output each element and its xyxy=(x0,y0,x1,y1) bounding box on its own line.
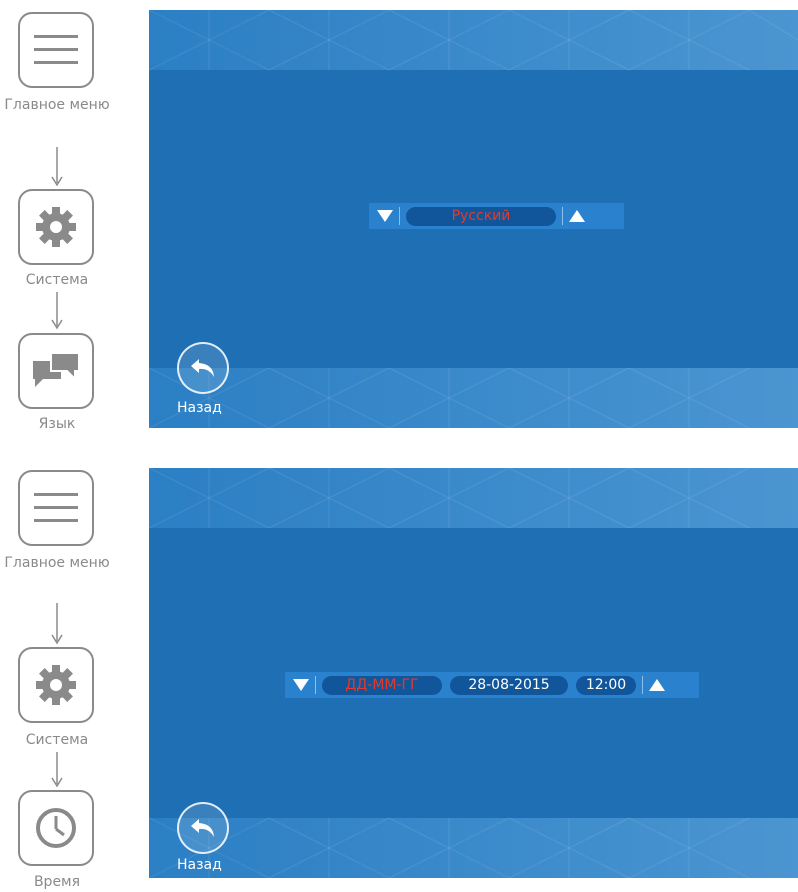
arrow-down-icon xyxy=(51,752,63,788)
arrow-down-icon xyxy=(51,292,63,330)
system-label: Система xyxy=(25,732,89,748)
menu-icon xyxy=(34,35,78,64)
date-value[interactable]: 28-08-2015 xyxy=(450,675,568,695)
main-menu-label: Главное меню xyxy=(4,555,110,571)
gear-icon xyxy=(36,665,76,705)
time-screen: ДД-ММ-ГГ 28-08-2015 12:00 Назад xyxy=(149,468,798,878)
time-label: Время xyxy=(33,874,81,890)
nav-path-language: Главное меню Система Язык xyxy=(0,0,120,440)
back-label: Назад xyxy=(177,857,222,873)
language-tile[interactable] xyxy=(18,333,94,409)
arrow-down-icon xyxy=(51,603,63,645)
separator xyxy=(562,207,563,225)
system-tile[interactable] xyxy=(18,647,94,723)
nav-path-time: Главное меню Система Время xyxy=(0,460,120,890)
back-button[interactable] xyxy=(177,802,229,854)
main-menu-label: Главное меню xyxy=(4,97,110,113)
increase-button[interactable] xyxy=(649,679,665,691)
language-selector: Русский xyxy=(369,203,624,229)
system-tile[interactable] xyxy=(18,189,94,265)
time-tile[interactable] xyxy=(18,790,94,866)
menu-icon xyxy=(34,493,78,522)
arrow-down-icon xyxy=(51,147,63,187)
back-arrow-icon xyxy=(191,359,214,377)
time-selector: ДД-ММ-ГГ 28-08-2015 12:00 xyxy=(285,672,699,698)
back-arrow-icon xyxy=(191,819,214,837)
main-menu-tile[interactable] xyxy=(18,12,94,88)
date-format-value[interactable]: ДД-ММ-ГГ xyxy=(322,675,442,695)
language-screen: Русский Назад xyxy=(149,10,798,428)
language-value[interactable]: Русский xyxy=(406,206,556,226)
decrease-button[interactable] xyxy=(293,679,309,691)
gear-icon xyxy=(36,207,76,247)
separator xyxy=(399,207,400,225)
language-label: Язык xyxy=(38,416,76,432)
main-menu-tile[interactable] xyxy=(18,470,94,546)
time-value[interactable]: 12:00 xyxy=(576,675,636,695)
chat-bubbles-icon xyxy=(33,352,80,387)
system-label: Система xyxy=(25,272,89,288)
increase-button[interactable] xyxy=(569,210,585,222)
decrease-button[interactable] xyxy=(377,210,393,222)
back-button[interactable] xyxy=(177,342,229,394)
separator xyxy=(642,676,643,694)
back-label: Назад xyxy=(177,400,222,416)
separator xyxy=(315,676,316,694)
clock-icon xyxy=(36,808,76,848)
